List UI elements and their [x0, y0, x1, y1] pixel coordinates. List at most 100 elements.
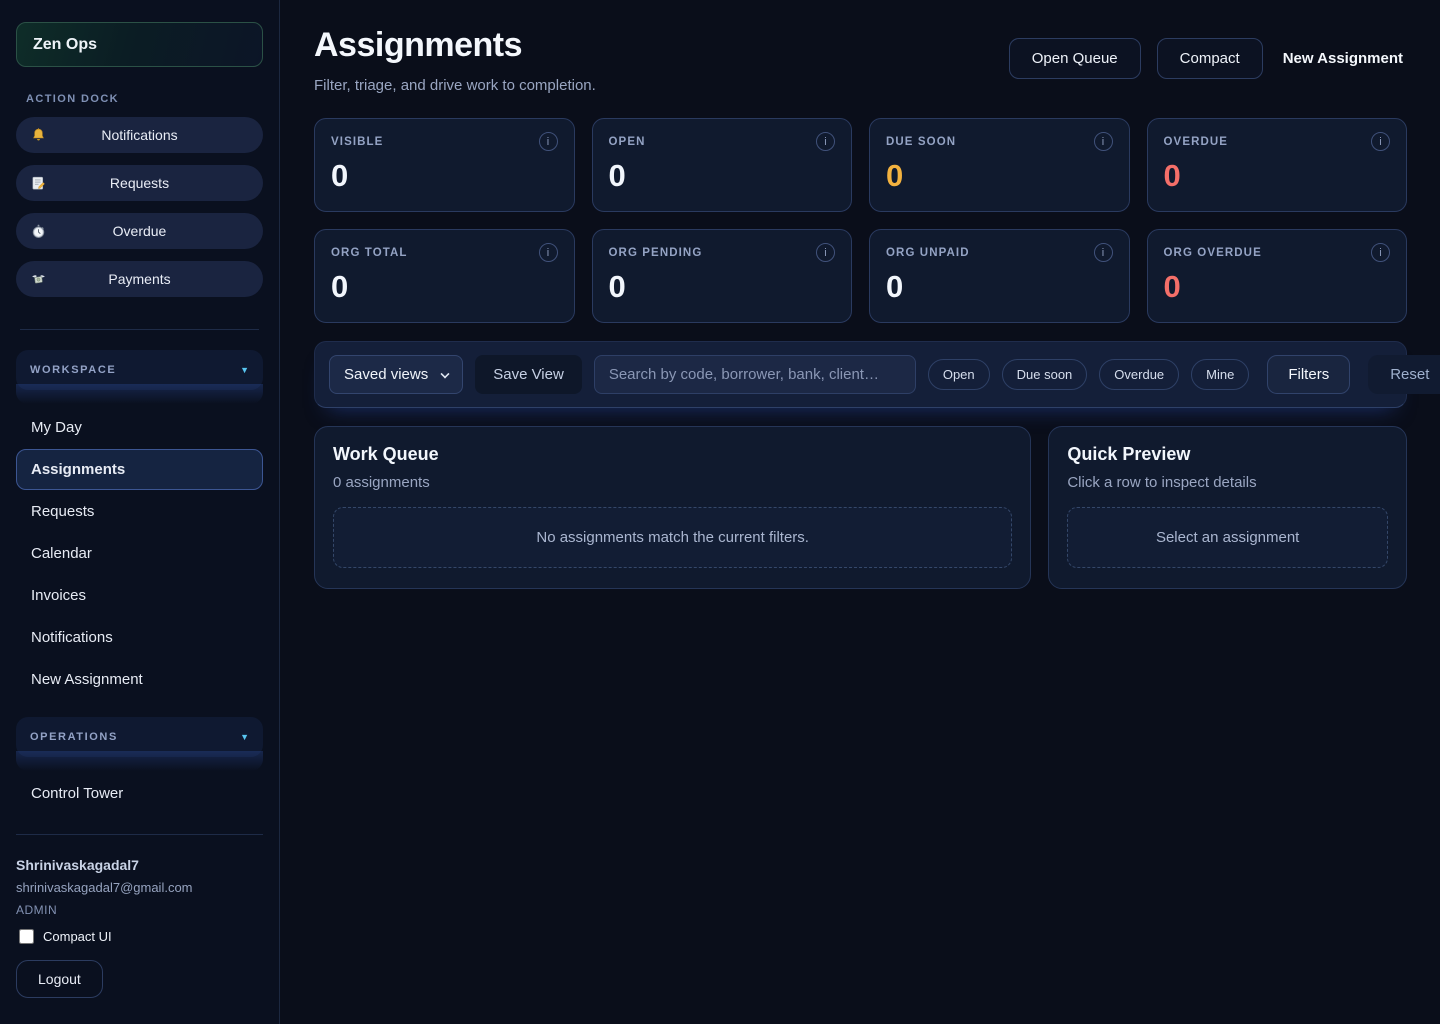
dock-button-requests[interactable]: Requests [16, 165, 263, 201]
sidebar-item-requests[interactable]: Requests [16, 491, 263, 532]
stat-card-org-total: ORG TOTAL i 0 [314, 229, 575, 323]
stat-card-visible: VISIBLEi 0 [314, 118, 575, 212]
page-header-text: Assignments Filter, triage, and drive wo… [314, 26, 596, 94]
section-glow [16, 751, 263, 771]
stat-card-overdue: OVERDUE i 0 [1147, 118, 1408, 212]
operations-section: OPERATIONS ▼ Control Tower [16, 717, 263, 815]
page-subtitle: Filter, triage, and drive work to comple… [314, 77, 596, 94]
dock-button-payments[interactable]: Payments [16, 261, 263, 297]
dock-button-label: Requests [47, 175, 232, 191]
compact-button[interactable]: Compact [1157, 38, 1263, 79]
sidebar-item-new-assignment[interactable]: New Assignment [16, 659, 263, 700]
panels-row: Work Queue 0 assignments No assignments … [314, 426, 1407, 589]
stat-value: 0 [1164, 160, 1391, 191]
filter-chip-open[interactable]: Open [928, 359, 990, 390]
quick-preview-panel: Quick Preview Click a row to inspect det… [1048, 426, 1407, 589]
sidebar: Zen Ops ACTION DOCK Notifications Reques… [0, 0, 280, 1024]
save-view-button[interactable]: Save View [475, 355, 582, 394]
header-actions: Open Queue Compact New Assignment [1009, 38, 1407, 79]
section-glow [16, 384, 263, 404]
chevron-down-icon [441, 369, 450, 378]
sidebar-item-control-tower[interactable]: Control Tower [16, 773, 263, 814]
user-role-badge: ADMIN [16, 903, 263, 917]
stat-card-org-unpaid: ORG UNPAID i 0 [869, 229, 1130, 323]
chevron-down-icon: ▼ [240, 365, 249, 375]
stat-label: OVERDUE [1164, 136, 1229, 148]
stat-value: 0 [1164, 271, 1391, 302]
user-block: Shrinivaskagadal7 shrinivaskagadal7@gmai… [16, 834, 263, 998]
stat-label: ORG TOTAL [331, 247, 408, 259]
bell-icon [30, 127, 47, 144]
work-queue-count: 0 assignments [333, 474, 1012, 491]
stat-value: 0 [609, 160, 836, 191]
search-input[interactable] [594, 355, 916, 394]
compact-ui-label[interactable]: Compact UI [43, 929, 112, 944]
stat-label: DUE SOON [886, 136, 956, 148]
info-icon[interactable]: i [1371, 132, 1390, 151]
info-icon[interactable]: i [816, 243, 835, 262]
stat-value: 0 [886, 160, 1113, 191]
filter-chip-due-soon[interactable]: Due soon [1002, 359, 1088, 390]
info-icon[interactable]: i [1371, 243, 1390, 262]
work-queue-empty-state: No assignments match the current filters… [333, 507, 1012, 568]
sidebar-item-notifications[interactable]: Notifications [16, 617, 263, 658]
sidebar-item-calendar[interactable]: Calendar [16, 533, 263, 574]
filter-chip-mine[interactable]: Mine [1191, 359, 1249, 390]
compact-ui-row: Compact UI [19, 929, 263, 944]
info-icon[interactable]: i [1094, 132, 1113, 151]
stat-card-open: OPEN i 0 [592, 118, 853, 212]
main-content: Assignments Filter, triage, and drive wo… [281, 0, 1440, 1024]
info-icon[interactable]: i [539, 243, 558, 262]
workspace-nav: My Day Assignments Requests Calendar Inv… [16, 406, 263, 701]
stat-label: ORG OVERDUE [1164, 247, 1262, 259]
dock-button-overdue[interactable]: Overdue [16, 213, 263, 249]
stat-card-due-soon: DUE SOON i 0 [869, 118, 1130, 212]
saved-views-select[interactable]: Saved views [329, 355, 463, 394]
stat-value: 0 [886, 271, 1113, 302]
sidebar-item-my-day[interactable]: My Day [16, 407, 263, 448]
dock-button-notifications[interactable]: Notifications [16, 117, 263, 153]
work-queue-title: Work Queue [333, 444, 1012, 465]
stat-label: ORG UNPAID [886, 247, 970, 259]
quick-preview-subtitle: Click a row to inspect details [1067, 474, 1388, 491]
reset-button[interactable]: Reset [1368, 355, 1440, 394]
stat-value: 0 [609, 271, 836, 302]
stat-label: OPEN [609, 136, 646, 148]
action-dock-heading: ACTION DOCK [26, 93, 263, 105]
stopwatch-icon [30, 223, 47, 240]
open-queue-button[interactable]: Open Queue [1009, 38, 1141, 79]
compact-ui-checkbox[interactable] [19, 929, 34, 944]
stat-value: 0 [331, 271, 558, 302]
page-title: Assignments [314, 26, 596, 65]
filters-button[interactable]: Filters [1267, 355, 1350, 394]
logout-button[interactable]: Logout [16, 960, 103, 998]
stat-card-org-overdue: ORG OVERDUE i 0 [1147, 229, 1408, 323]
brand-name: Zen Ops [33, 36, 97, 54]
brand-logo: Zen Ops [16, 22, 263, 67]
memo-icon [30, 175, 47, 192]
sidebar-item-assignments[interactable]: Assignments [16, 449, 263, 490]
user-email: shrinivaskagadal7@gmail.com [16, 880, 263, 895]
stats-grid: VISIBLEi 0 OPEN i 0 DUE SOON i 0 OVERDUE i … [314, 118, 1407, 323]
info-icon[interactable]: i [816, 132, 835, 151]
sidebar-divider [20, 329, 259, 330]
quick-preview-title: Quick Preview [1067, 444, 1388, 465]
sidebar-item-invoices[interactable]: Invoices [16, 575, 263, 616]
operations-section-label: OPERATIONS [30, 731, 118, 743]
new-assignment-button[interactable]: New Assignment [1279, 40, 1407, 77]
dock-button-label: Notifications [47, 127, 232, 143]
stat-label: ORG PENDING [609, 247, 703, 259]
info-icon[interactable]: i [1094, 243, 1113, 262]
work-queue-panel: Work Queue 0 assignments No assignments … [314, 426, 1031, 589]
stat-value: 0 [331, 160, 558, 191]
page-header: Assignments Filter, triage, and drive wo… [314, 26, 1407, 94]
info-icon[interactable]: i [539, 132, 558, 151]
dock-button-label: Overdue [47, 223, 232, 239]
quick-preview-empty-state: Select an assignment [1067, 507, 1388, 568]
user-name: Shrinivaskagadal7 [16, 857, 263, 873]
filter-chip-overdue[interactable]: Overdue [1099, 359, 1179, 390]
dock-button-label: Payments [47, 271, 232, 287]
filter-bar: Saved views Save View Open Due soon Over… [314, 341, 1407, 408]
money-wings-icon [30, 271, 47, 288]
stat-card-org-pending: ORG PENDING i 0 [592, 229, 853, 323]
